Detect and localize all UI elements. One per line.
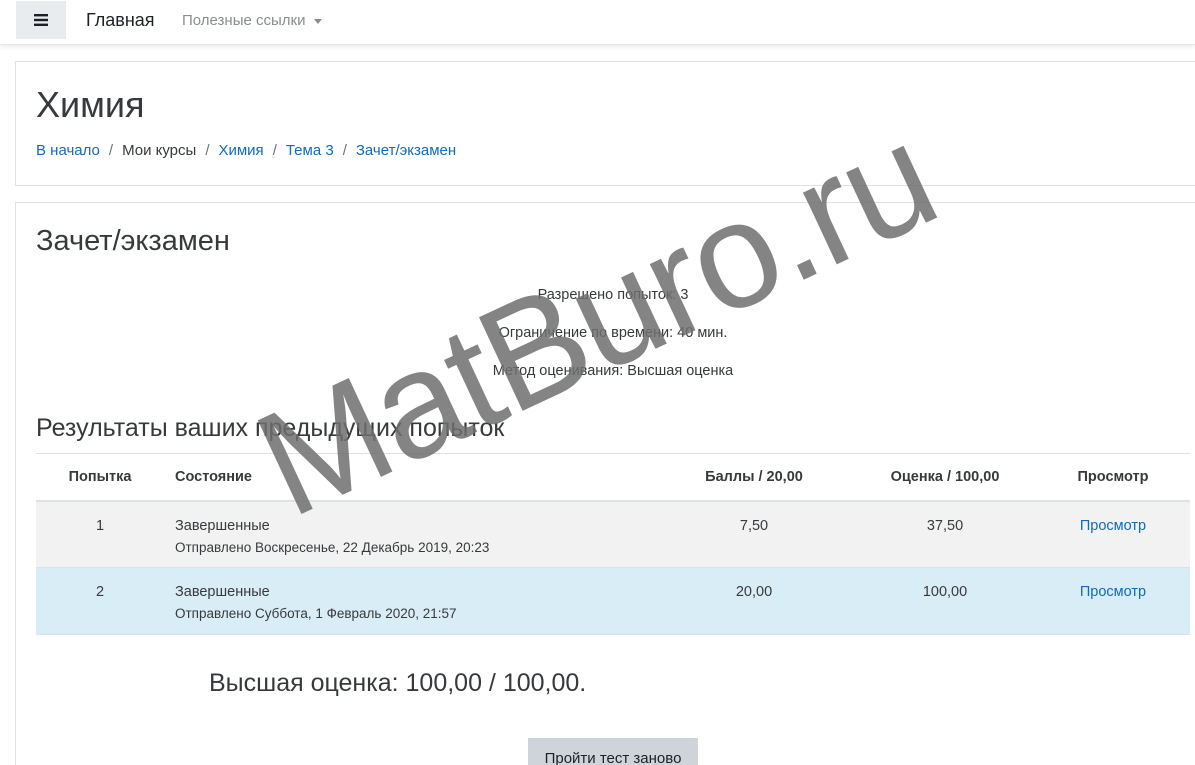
review-cell: Просмотр (1036, 501, 1190, 568)
column-header-review: Просмотр (1077, 468, 1149, 485)
breadcrumb-separator: / (205, 142, 210, 159)
quiz-content: Зачет/экзамен Разрешено попыток: 3 Огран… (15, 202, 1195, 765)
time-limit: Ограничение по времени: 40 мин. (498, 325, 728, 341)
column-header-state: Состояние (175, 468, 252, 485)
attempt-state: Завершенные Отправлено Воскресенье, 22 Д… (164, 501, 654, 568)
breadcrumb-quiz[interactable]: Зачет/экзамен (356, 142, 456, 159)
attempt-number: 2 (95, 584, 105, 600)
review-link[interactable]: Просмотр (1080, 518, 1146, 534)
grading-method: Метод оценивания: Высшая оценка (492, 363, 734, 379)
breadcrumb-home[interactable]: В начало (36, 142, 100, 159)
home-link[interactable]: Главная (86, 10, 155, 31)
state-label: Завершенные (175, 517, 270, 534)
attempt-grade: 100,00 (922, 584, 968, 600)
submitted-time: Отправлено Воскресенье, 22 Декабрь 2019,… (175, 539, 490, 555)
breadcrumb-my-courses: Мои курсы (122, 142, 197, 159)
page-title: Химия (36, 84, 145, 125)
submitted-time: Отправлено Суббота, 1 Февраль 2020, 21:5… (175, 606, 457, 621)
breadcrumb-topic[interactable]: Тема 3 (286, 142, 334, 159)
breadcrumb-separator: / (272, 142, 277, 159)
attempts-allowed: Разрешено попыток: 3 (537, 287, 689, 303)
attempt-grade: 37,50 (926, 517, 964, 534)
best-grade: Высшая оценка: 100,00 / 100,00. (209, 669, 587, 697)
column-header-attempt: Попытка (68, 468, 132, 485)
attempt-number: 1 (95, 517, 105, 534)
breadcrumb: В начало / Мои курсы / Химия / Тема 3 / … (36, 142, 456, 159)
retry-quiz-button[interactable]: Пройти тест заново (528, 738, 698, 765)
breadcrumb-separator: / (342, 142, 347, 159)
quiz-title: Зачет/экзамен (36, 225, 230, 257)
table-row: 2 Завершенные Отправлено Суббота, 1 Февр… (36, 567, 1190, 635)
attempt-marks: 7,50 (739, 517, 769, 534)
attempt-state: Завершенные Отправлено Суббота, 1 Феврал… (164, 568, 654, 635)
breadcrumb-separator: / (108, 142, 114, 159)
useful-links-label: Полезные ссылки (182, 12, 306, 29)
attempts-table: Попытка Состояние Баллы / 20,00 Оценка /… (36, 453, 1190, 635)
review-cell: Просмотр (1036, 568, 1190, 635)
column-header-grade: Оценка / 100,00 (890, 468, 1000, 485)
table-header-row: Попытка Состояние Баллы / 20,00 Оценка /… (36, 453, 1190, 501)
useful-links-dropdown[interactable]: Полезные ссылки (182, 12, 322, 29)
state-label: Завершенные (175, 584, 270, 600)
column-header-marks: Баллы / 20,00 (705, 468, 803, 485)
review-link[interactable]: Просмотр (1080, 584, 1146, 600)
menu-toggle-button[interactable] (16, 1, 66, 39)
attempt-marks: 20,00 (735, 584, 773, 600)
table-row: 1 Завершенные Отправлено Воскресенье, 22… (36, 500, 1190, 568)
top-navbar: Главная Полезные ссылки (0, 0, 1195, 45)
hamburger-icon (34, 14, 48, 26)
page-header: Химия В начало / Мои курсы / Химия / Тем… (15, 61, 1195, 186)
breadcrumb-course[interactable]: Химия (218, 142, 263, 159)
chevron-down-icon (313, 18, 322, 24)
results-heading: Результаты ваших предыдущих попыток (36, 414, 505, 442)
